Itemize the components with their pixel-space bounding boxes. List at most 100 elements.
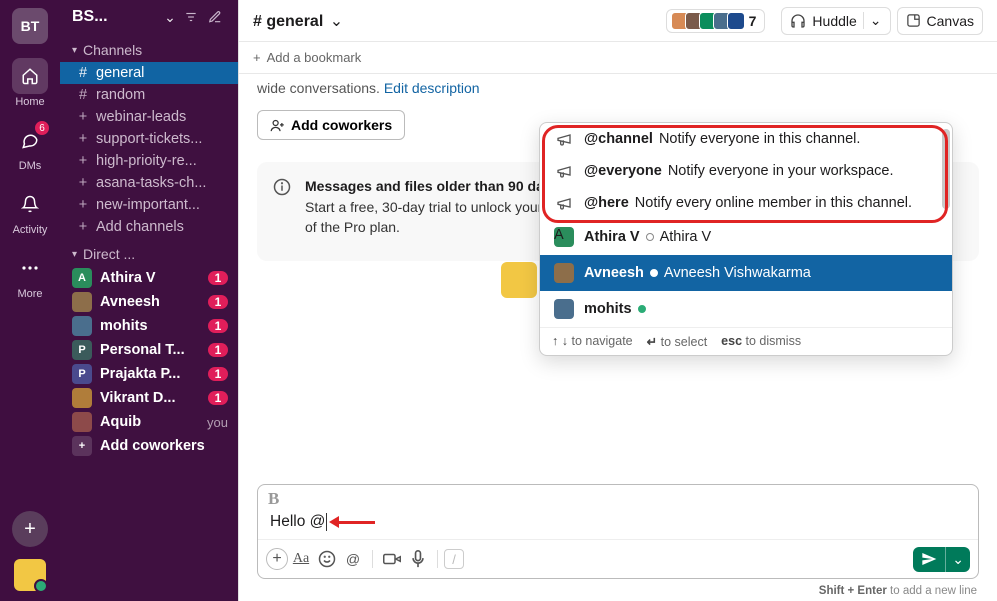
channel-name: webinar-leads: [96, 109, 226, 125]
sidebar-add-coworkers[interactable]: + Add coworkers: [60, 434, 238, 458]
dm-item[interactable]: AAthira V1: [60, 266, 238, 290]
channel-name: high-prioity-re...: [96, 153, 226, 169]
send-options-caret[interactable]: ⌄: [945, 547, 970, 572]
huddle-button[interactable]: Huddle ⌄: [781, 7, 890, 35]
message-avatar: [501, 262, 537, 298]
attach-button[interactable]: +: [266, 548, 288, 570]
send-button[interactable]: ⌄: [913, 547, 970, 572]
slash-command-button[interactable]: /: [444, 549, 464, 569]
you-label: you: [207, 415, 228, 430]
workspace-switcher[interactable]: BT: [12, 8, 48, 44]
formatting-toolbar: B: [258, 485, 978, 509]
mention-suggestions-popup: @channelNotify everyone in this channel.…: [539, 122, 953, 356]
more-icon: [12, 250, 48, 286]
unread-badge: 1: [208, 319, 228, 333]
unread-badge: 1: [208, 367, 228, 381]
dm-item[interactable]: Avneesh1: [60, 290, 238, 314]
mention-suggestion[interactable]: mohits: [540, 291, 952, 327]
channel-prefix: +: [74, 109, 92, 125]
dm-item[interactable]: Vikrant D...1: [60, 386, 238, 410]
dm-item[interactable]: PPrajakta P...1: [60, 362, 238, 386]
format-toggle-button[interactable]: Aa: [288, 546, 314, 572]
mention-suggestion[interactable]: AvneeshAvneesh Vishwakarma: [540, 255, 952, 291]
megaphone-icon: [554, 163, 574, 179]
channel-item[interactable]: +Add channels: [60, 216, 238, 238]
self-avatar[interactable]: [14, 559, 46, 591]
channel-name: support-tickets...: [96, 131, 226, 147]
mention-suggestion[interactable]: AAthira VAthira V: [540, 219, 952, 255]
channels-section-header[interactable]: ▾Channels: [60, 38, 238, 62]
bold-button[interactable]: B: [268, 489, 279, 509]
channel-name: new-important...: [96, 197, 226, 213]
dm-item[interactable]: PPersonal T...1: [60, 338, 238, 362]
channel-item[interactable]: +support-tickets...: [60, 128, 238, 150]
rail-dms-badge: 6: [34, 120, 50, 136]
dm-item[interactable]: Aquibyou: [60, 410, 238, 434]
channel-item[interactable]: #random: [60, 84, 238, 106]
channel-prefix: +: [74, 131, 92, 147]
headphones-icon: [790, 13, 806, 29]
message-input[interactable]: Hello @: [258, 509, 978, 539]
canvas-button[interactable]: Canvas: [897, 7, 983, 35]
avatar: [554, 299, 574, 319]
unread-badge: 1: [208, 295, 228, 309]
channel-prefix: +: [74, 197, 92, 213]
caret-down-icon: ▾: [72, 249, 77, 260]
chevron-down-icon[interactable]: ⌄: [863, 12, 882, 29]
emoji-button[interactable]: [314, 546, 340, 572]
home-icon: [12, 58, 48, 94]
main-pane: # general ⌄ 7 Huddle ⌄ Canvas +Add a boo…: [238, 0, 997, 601]
rail-more-label: More: [17, 288, 42, 300]
megaphone-icon: [554, 195, 574, 211]
channel-prefix: +: [74, 175, 92, 191]
avatar: P: [72, 340, 92, 360]
rail-dms[interactable]: 6 DMs: [12, 122, 48, 172]
edit-description-link[interactable]: Edit description: [384, 80, 480, 96]
add-bookmark-button[interactable]: +Add a bookmark: [239, 42, 997, 74]
mention-button[interactable]: @: [340, 546, 366, 572]
dm-name: mohits: [100, 318, 208, 334]
channel-name-button[interactable]: # general ⌄: [253, 11, 343, 31]
workspace-header[interactable]: BS... ⌄: [60, 0, 238, 36]
video-button[interactable]: [379, 546, 405, 572]
info-icon: [273, 178, 291, 196]
rail-more[interactable]: More: [12, 250, 48, 300]
text-caret: [326, 513, 327, 531]
app-rail: BT Home 6 DMs Activity More +: [0, 0, 60, 601]
channel-name: random: [96, 87, 226, 103]
add-coworkers-button[interactable]: Add coworkers: [257, 110, 405, 140]
scrollbar-thumb[interactable]: [942, 129, 950, 209]
channel-prefix: +: [74, 153, 92, 169]
send-icon: [913, 547, 945, 571]
avatar: [72, 412, 92, 432]
mention-suggestion[interactable]: @everyoneNotify everyone in your workspa…: [540, 155, 952, 187]
plus-icon: +: [72, 436, 92, 456]
rail-dms-label: DMs: [19, 160, 42, 172]
rail-home[interactable]: Home: [12, 58, 48, 108]
audio-button[interactable]: [405, 546, 431, 572]
rail-activity[interactable]: Activity: [12, 186, 48, 236]
channel-name: asana-tasks-ch...: [96, 175, 226, 191]
channel-item[interactable]: +asana-tasks-ch...: [60, 172, 238, 194]
chevron-down-icon: ⌄: [160, 9, 180, 26]
avatar: P: [72, 364, 92, 384]
filter-icon[interactable]: [184, 10, 204, 24]
canvas-icon: [906, 13, 921, 28]
dms-section-header[interactable]: ▾Direct ...: [60, 242, 238, 266]
channel-item[interactable]: +webinar-leads: [60, 106, 238, 128]
channel-prefix: #: [74, 65, 92, 81]
mention-suggestion[interactable]: @channelNotify everyone in this channel.: [540, 123, 952, 155]
compose-icon[interactable]: [208, 10, 228, 24]
popup-nav-hint: ↑ ↓ to navigate ↵ to select esc to dismi…: [540, 327, 952, 355]
rail-create-button[interactable]: +: [12, 511, 48, 547]
presence-indicator: [650, 269, 658, 277]
channel-item[interactable]: +high-prioity-re...: [60, 150, 238, 172]
channel-item[interactable]: +new-important...: [60, 194, 238, 216]
member-count-button[interactable]: 7: [666, 9, 766, 33]
message-composer[interactable]: B Hello @ + Aa @ / ⌄: [257, 484, 979, 579]
channel-item[interactable]: #general: [60, 62, 238, 84]
mention-suggestion[interactable]: @hereNotify every online member in this …: [540, 187, 952, 219]
channel-header: # general ⌄ 7 Huddle ⌄ Canvas: [239, 0, 997, 42]
dm-item[interactable]: mohits1: [60, 314, 238, 338]
workspace-name: BS...: [72, 8, 156, 26]
